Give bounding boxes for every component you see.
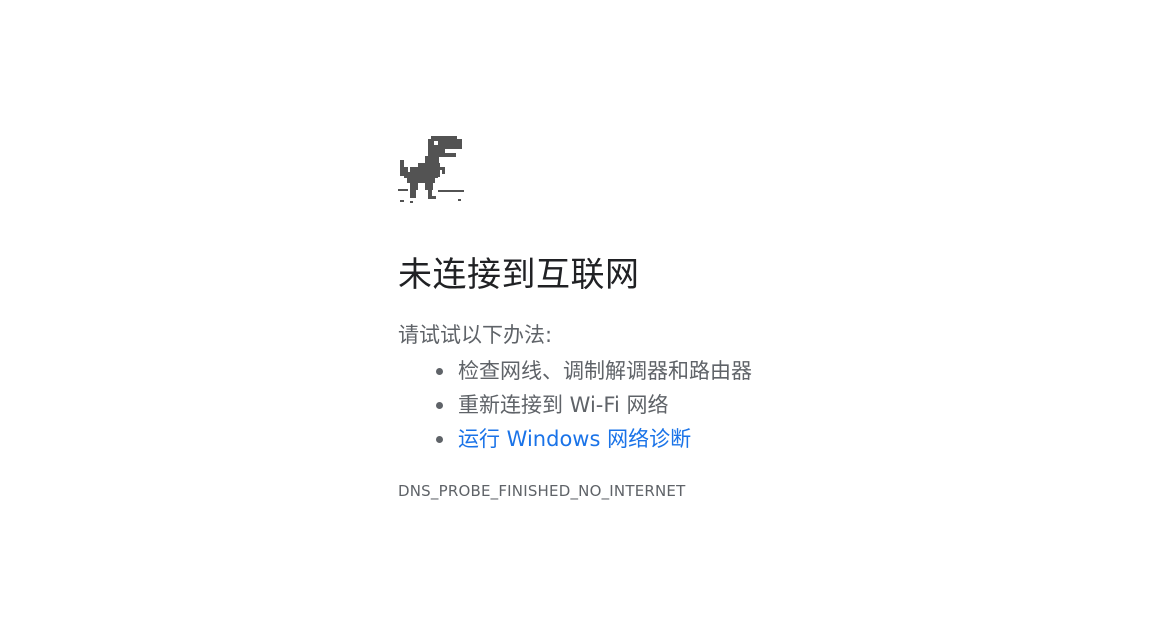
suggestion-run-diagnostics: 运行 Windows 网络诊断 (436, 422, 1038, 456)
error-code: DNS_PROBE_FINISHED_NO_INTERNET (398, 482, 686, 500)
suggestion-text: 检查网线、调制解调器和路由器 (458, 359, 752, 383)
bullet-icon (436, 402, 443, 409)
suggestions-heading: 请试试以下办法: (398, 323, 553, 347)
bullet-icon (436, 436, 443, 443)
suggestions-list: 检查网线、调制解调器和路由器 重新连接到 Wi-Fi 网络 运行 Windows… (398, 354, 1038, 456)
suggestion-reconnect-wifi: 重新连接到 Wi-Fi 网络 (436, 388, 1038, 422)
page-title: 未连接到互联网 (398, 255, 640, 295)
offline-error-page: 未连接到互联网 请试试以下办法: 检查网线、调制解调器和路由器 重新连接到 Wi… (0, 0, 1164, 631)
offline-dino-icon[interactable] (398, 134, 464, 204)
error-content: 未连接到互联网 请试试以下办法: 检查网线、调制解调器和路由器 重新连接到 Wi… (398, 134, 1038, 502)
bullet-icon (436, 368, 443, 375)
network-diagnostics-link[interactable]: 运行 Windows 网络诊断 (458, 427, 691, 451)
suggestion-text: 重新连接到 Wi-Fi 网络 (458, 393, 669, 417)
suggestion-check-cables: 检查网线、调制解调器和路由器 (436, 354, 1038, 388)
